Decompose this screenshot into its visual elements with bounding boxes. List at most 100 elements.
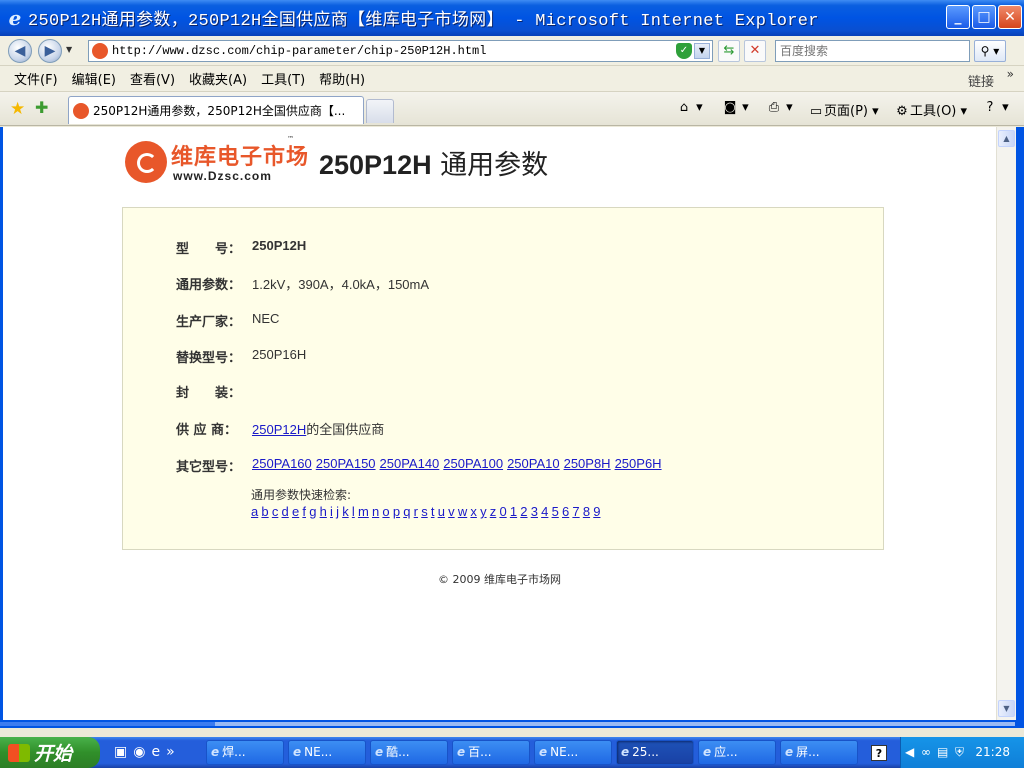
other-model-link[interactable]: 250PA160 bbox=[252, 456, 312, 471]
other-model-link[interactable]: 250P6H bbox=[615, 456, 662, 471]
taskbar-button[interactable]: e 25... bbox=[616, 740, 694, 765]
letter-index-link[interactable]: 9 bbox=[593, 504, 600, 519]
media-icon[interactable]: ◉ bbox=[133, 744, 145, 760]
taskbar-button[interactable]: e 应... bbox=[698, 740, 776, 765]
help-tray-icon[interactable]: ? bbox=[871, 745, 887, 761]
letter-index-link[interactable]: a bbox=[251, 504, 258, 519]
tray-computer-icon[interactable]: ▤ bbox=[937, 745, 948, 759]
letter-index-link[interactable]: t bbox=[431, 504, 435, 519]
menu-file[interactable]: 文件(F) bbox=[7, 69, 65, 88]
letter-index-link[interactable]: y bbox=[480, 504, 487, 519]
address-box[interactable]: ✓ ▼ bbox=[88, 40, 713, 62]
links-chevron-icon[interactable]: » bbox=[1007, 67, 1014, 81]
tray-network-icon[interactable]: ∞ bbox=[921, 745, 931, 759]
letter-index-link[interactable]: h bbox=[320, 504, 327, 519]
taskbar-button[interactable]: e 百... bbox=[452, 740, 530, 765]
letter-index-link[interactable]: j bbox=[336, 504, 339, 519]
letter-index-link[interactable]: w bbox=[458, 504, 467, 519]
letter-index-link[interactable]: 8 bbox=[583, 504, 590, 519]
scroll-down-icon[interactable]: ▼ bbox=[998, 700, 1015, 717]
letter-index-link[interactable]: d bbox=[282, 504, 289, 519]
letter-index-link[interactable]: f bbox=[302, 504, 306, 519]
site-logo[interactable]: 维库电子市场 ™ www.Dzsc.com bbox=[125, 135, 308, 187]
help-button[interactable]: ? ▾ bbox=[982, 100, 1009, 115]
address-input[interactable] bbox=[112, 44, 672, 58]
links-label[interactable]: 链接 bbox=[968, 71, 994, 90]
letter-index-link[interactable]: 7 bbox=[572, 504, 579, 519]
letter-index-link[interactable]: m bbox=[358, 504, 369, 519]
home-button[interactable]: ⌂ ▾ bbox=[676, 100, 703, 115]
refresh-button[interactable]: ⇆ bbox=[718, 40, 740, 62]
menu-favorites[interactable]: 收藏夹(A) bbox=[182, 69, 254, 88]
letter-index-link[interactable]: 4 bbox=[541, 504, 548, 519]
letter-index-link[interactable]: p bbox=[393, 504, 400, 519]
search-button[interactable]: ⚲ ▾ bbox=[974, 40, 1006, 62]
forward-button[interactable]: ▶ bbox=[38, 39, 62, 63]
other-model-link[interactable]: 250PA150 bbox=[316, 456, 376, 471]
taskbar-button[interactable]: e 焊... bbox=[206, 740, 284, 765]
menu-edit[interactable]: 编辑(E) bbox=[65, 69, 123, 88]
taskbar-button[interactable]: e 酷... bbox=[370, 740, 448, 765]
letter-index-link[interactable]: c bbox=[272, 504, 279, 519]
letter-index-link[interactable]: e bbox=[292, 504, 299, 519]
page-menu-button[interactable]: ▭ 页面(P) ▾ bbox=[808, 100, 879, 119]
minimize-button[interactable]: _ bbox=[946, 5, 970, 29]
letter-index-link[interactable]: r bbox=[414, 504, 418, 519]
show-desktop-icon[interactable]: ▣ bbox=[114, 744, 127, 760]
window-titlebar[interactable]: e 250P12H通用参数，250P12H全国供应商【维库电子市场网】 - Mi… bbox=[0, 0, 1024, 36]
letter-index-link[interactable]: o bbox=[382, 504, 389, 519]
favorites-star-icon[interactable]: ★ bbox=[10, 99, 25, 119]
print-button[interactable]: ⎙ ▾ bbox=[766, 100, 793, 115]
vertical-scrollbar[interactable]: ▲ ▼ bbox=[996, 127, 1016, 720]
menu-view[interactable]: 查看(V) bbox=[123, 69, 182, 88]
tab-active[interactable]: 250P12H通用参数，250P12H全国供应商【... bbox=[68, 96, 364, 124]
add-favorite-icon[interactable]: ✚ bbox=[35, 98, 48, 117]
letter-index-link[interactable]: 6 bbox=[562, 504, 569, 519]
taskbar-button[interactable]: e NE... bbox=[288, 740, 366, 765]
taskbar-button[interactable]: e NE... bbox=[534, 740, 612, 765]
letter-index-link[interactable]: v bbox=[448, 504, 455, 519]
other-model-link[interactable]: 250PA10 bbox=[507, 456, 560, 471]
security-shield-icon[interactable]: ✓ bbox=[676, 43, 692, 59]
tray-expand-icon[interactable]: ◀ bbox=[905, 745, 914, 759]
close-button[interactable]: ✕ bbox=[998, 5, 1022, 29]
taskbar-button[interactable]: e 屏... bbox=[780, 740, 858, 765]
menu-help[interactable]: 帮助(H) bbox=[312, 69, 372, 88]
history-dropdown-icon[interactable]: ▼ bbox=[66, 45, 72, 54]
letter-index-link[interactable]: 5 bbox=[552, 504, 559, 519]
stop-button[interactable]: ✕ bbox=[744, 40, 766, 62]
back-button[interactable]: ◀ bbox=[8, 39, 32, 63]
letter-index-link[interactable]: x bbox=[470, 504, 477, 519]
letter-index-link[interactable]: i bbox=[330, 504, 333, 519]
letter-index-link[interactable]: 3 bbox=[531, 504, 538, 519]
scroll-up-icon[interactable]: ▲ bbox=[998, 130, 1015, 147]
maximize-button[interactable]: □ bbox=[972, 5, 996, 29]
letter-index-link[interactable]: u bbox=[438, 504, 445, 519]
letter-index-link[interactable]: g bbox=[309, 504, 316, 519]
letter-index-link[interactable]: s bbox=[421, 504, 428, 519]
start-button[interactable]: 开始 bbox=[0, 737, 100, 768]
supplier-link[interactable]: 250P12H bbox=[252, 422, 306, 437]
other-model-link[interactable]: 250P8H bbox=[564, 456, 611, 471]
address-dropdown-icon[interactable]: ▼ bbox=[694, 43, 710, 59]
letter-index-link[interactable]: 1 bbox=[510, 504, 517, 519]
letter-index-link[interactable]: 0 bbox=[499, 504, 506, 519]
feeds-button[interactable]: ◙ ▾ bbox=[722, 100, 749, 115]
letter-index-link[interactable]: b bbox=[261, 504, 268, 519]
letter-index-link[interactable]: n bbox=[372, 504, 379, 519]
other-model-link[interactable]: 250PA100 bbox=[443, 456, 503, 471]
search-box[interactable] bbox=[775, 40, 970, 62]
new-tab-button[interactable] bbox=[366, 99, 394, 123]
letter-index-link[interactable]: q bbox=[403, 504, 410, 519]
menu-tools[interactable]: 工具(T) bbox=[254, 69, 312, 88]
letter-index-link[interactable]: z bbox=[490, 504, 497, 519]
search-input[interactable] bbox=[776, 41, 966, 61]
letter-index-link[interactable]: 2 bbox=[520, 504, 527, 519]
letter-index-link[interactable]: k bbox=[342, 504, 349, 519]
tray-security-icon[interactable]: ⛨ bbox=[955, 745, 964, 760]
ie-quicklaunch-icon[interactable]: e bbox=[151, 744, 160, 760]
other-model-link[interactable]: 250PA140 bbox=[380, 456, 440, 471]
quicklaunch-chevron-icon[interactable]: » bbox=[166, 744, 175, 760]
letter-index-link[interactable]: l bbox=[352, 504, 355, 519]
tools-menu-button[interactable]: ⚙ 工具(O) ▾ bbox=[894, 100, 967, 119]
